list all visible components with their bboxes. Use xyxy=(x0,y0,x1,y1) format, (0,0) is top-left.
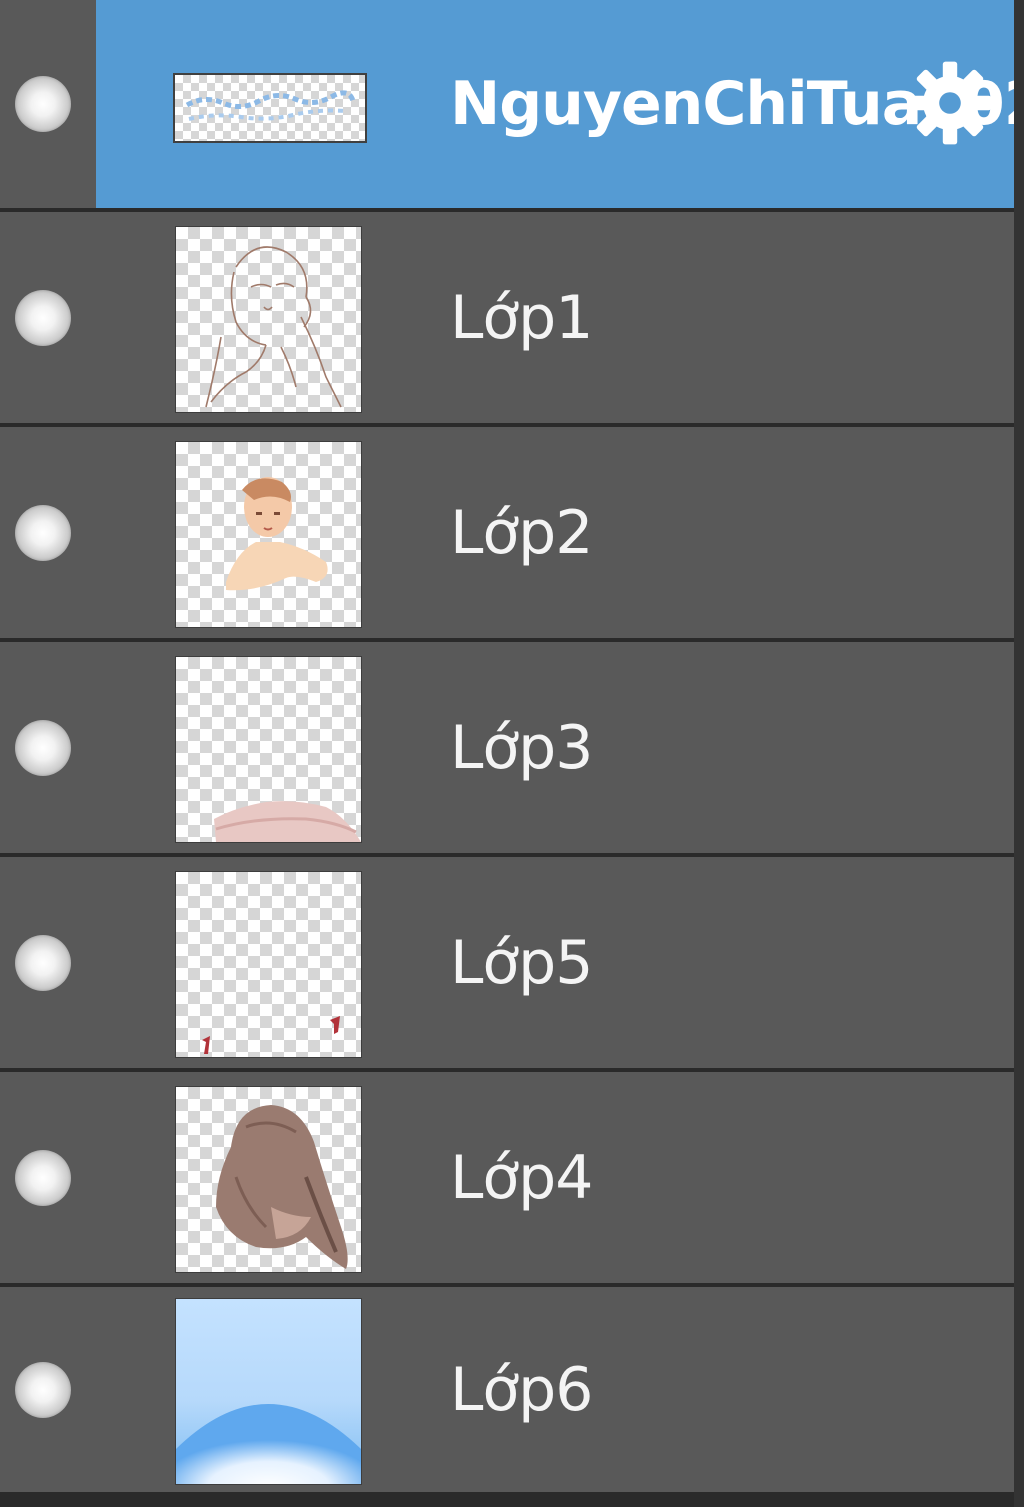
visibility-dot-icon[interactable] xyxy=(15,289,71,346)
layer-row-nguyenchituan02[interactable]: NguyenChiTuan02 xyxy=(0,0,1014,208)
layer-row-lop1[interactable]: Lớp1 xyxy=(0,212,1014,423)
layer-name: Lớp2 xyxy=(450,497,593,568)
visibility-dot-icon[interactable] xyxy=(15,1149,71,1206)
scrollbar[interactable] xyxy=(1014,0,1024,1507)
layer-row-lop6[interactable]: Lớp6 xyxy=(0,1287,1014,1492)
visibility-dot-icon[interactable] xyxy=(15,934,71,991)
layer-row-lop2[interactable]: Lớp2 xyxy=(0,427,1014,638)
layer-row-lop4[interactable]: Lớp4 xyxy=(0,1072,1014,1283)
layer-thumbnail xyxy=(175,870,362,1058)
gear-icon[interactable] xyxy=(905,58,995,148)
layer-name: Lớp5 xyxy=(450,927,593,998)
layer-name: Lớp1 xyxy=(450,282,593,353)
layer-name: Lớp3 xyxy=(450,712,593,783)
layer-thumbnail xyxy=(175,440,362,628)
layer-thumbnail xyxy=(173,73,367,143)
layer-row-lop3[interactable]: Lớp3 xyxy=(0,642,1014,853)
layer-thumbnail xyxy=(175,655,362,843)
visibility-dot-icon[interactable] xyxy=(15,76,71,132)
layer-thumbnail xyxy=(175,1297,362,1485)
visibility-dot-icon[interactable] xyxy=(15,1361,71,1418)
visibility-dot-icon[interactable] xyxy=(15,719,71,776)
layer-name: Lớp6 xyxy=(450,1354,593,1425)
layer-thumbnail xyxy=(175,225,362,413)
layer-row-lop5[interactable]: Lớp5 xyxy=(0,857,1014,1068)
layer-name: Lớp4 xyxy=(450,1142,593,1213)
layer-thumbnail xyxy=(175,1085,362,1273)
visibility-dot-icon[interactable] xyxy=(15,504,71,561)
layers-panel: NguyenChiTuan02 Lớp1 Lớp2 Lớp3 Lớp5 Lớp4… xyxy=(0,0,1014,1507)
